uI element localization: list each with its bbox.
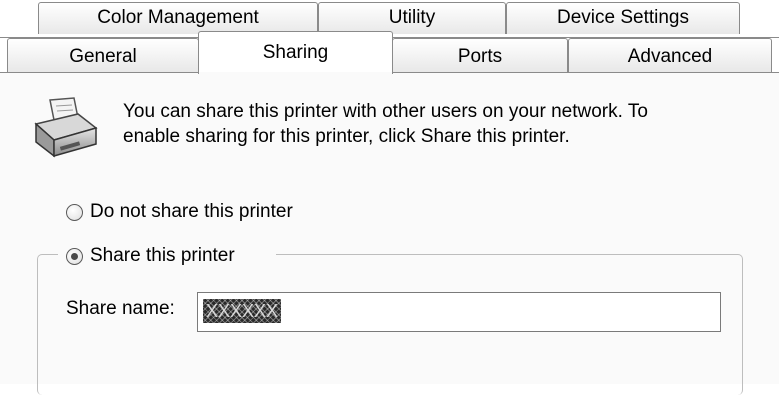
description-line-2: enable sharing for this printer, click S…	[123, 126, 570, 147]
tab-color-management[interactable]: Color Management	[38, 2, 318, 34]
do-not-share-radio[interactable]	[66, 203, 83, 221]
tab-ports[interactable]: Ports	[392, 38, 568, 72]
do-not-share-option[interactable]: Do not share this printer	[66, 201, 293, 223]
tab-general[interactable]: General	[7, 38, 199, 72]
printer-icon	[34, 97, 98, 158]
tab-utility[interactable]: Utility	[318, 2, 506, 34]
do-not-share-label: Do not share this printer	[90, 201, 293, 222]
share-name-input[interactable]: XXXXXX	[197, 292, 721, 332]
tab-device-settings[interactable]: Device Settings	[506, 2, 740, 34]
sharing-description: You can share this printer with other us…	[123, 99, 743, 149]
tab-advanced[interactable]: Advanced	[568, 38, 772, 72]
share-name-value: XXXXXX	[203, 299, 281, 323]
tab-sharing[interactable]: Sharing	[198, 31, 393, 74]
share-option[interactable]: Share this printer	[66, 245, 235, 267]
active-tab-gap	[199, 72, 392, 74]
share-name-label: Share name:	[66, 298, 175, 319]
share-radio[interactable]	[66, 247, 83, 265]
description-line-1: You can share this printer with other us…	[123, 101, 648, 122]
share-label: Share this printer	[90, 245, 235, 266]
